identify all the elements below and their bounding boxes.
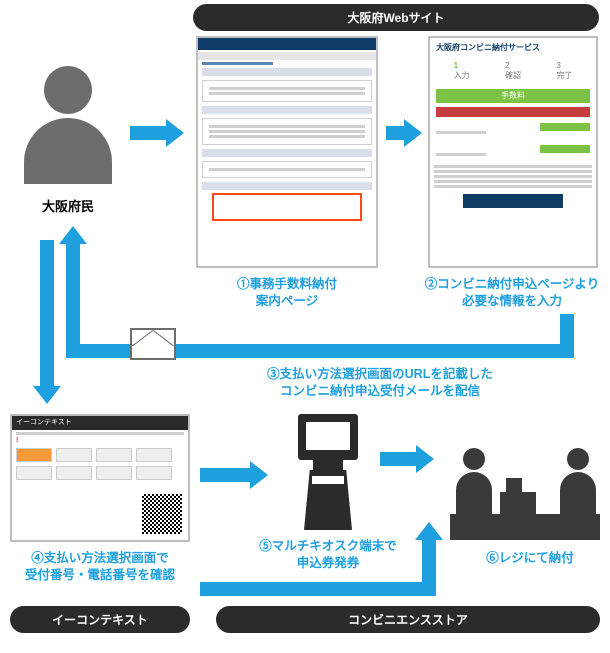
caption-guide: ①事務手数料納付 案内ページ xyxy=(196,276,378,310)
econ-header: イーコンテキスト xyxy=(12,416,188,430)
kiosk-icon xyxy=(292,414,364,532)
mail-icon xyxy=(130,328,176,360)
econ-options xyxy=(12,444,188,484)
form-service-title: 大阪府コンビニ納付サービス xyxy=(430,38,596,57)
caption-register: ⑥レジにて納付 xyxy=(460,550,600,567)
flow-diagram: 大阪府Webサイト 大阪府民 ①事務手数料納付 案内ページ 大阪府コンビニ納付サ… xyxy=(0,0,610,653)
econ-qr xyxy=(142,494,182,534)
footer-cvs: コンビニエンスストア xyxy=(216,606,600,633)
arrow-guide-to-form xyxy=(386,126,408,140)
register-icon xyxy=(450,420,600,540)
flowline-alt-a xyxy=(200,582,436,596)
guide-highlight-box xyxy=(212,193,362,221)
screenshot-form-page: 大阪府コンビニ納付サービス 1入力 2確認 3完了 手数料 xyxy=(428,36,598,268)
citizen-label: 大阪府民 xyxy=(18,196,118,215)
econ-alert: ! xyxy=(12,437,188,444)
arrow-citizen-down xyxy=(40,240,54,390)
form-submit-button xyxy=(463,194,563,208)
arrow-mail-to-citizen xyxy=(66,240,80,344)
caption-mail: ③支払い方法選択画面のURLを記載した コンビニ納付申込受付メールを配信 xyxy=(200,366,560,400)
caption-kiosk: ⑤マルチキオスク端末で 申込券発券 xyxy=(248,538,408,572)
arrow-alt-up xyxy=(422,536,436,582)
header-osaka-website: 大阪府Webサイト xyxy=(193,4,599,31)
footer-econtext: イーコンテキスト xyxy=(10,606,190,633)
caption-econ: ④支払い方法選択画面で 受付番号・電話番号を確認 xyxy=(0,550,200,584)
citizen-icon xyxy=(18,66,118,186)
form-section-bar: 手数料 xyxy=(436,89,590,103)
screenshot-econtext: イーコンテキスト ! xyxy=(10,414,190,542)
caption-form: ②コンビニ納付申込ページより 必要な情報を入力 xyxy=(414,276,610,310)
flowline-3a xyxy=(560,314,574,344)
form-steps: 1入力 2確認 3完了 xyxy=(430,57,596,85)
arrow-kiosk-to-register xyxy=(380,452,420,466)
form-notice-strip xyxy=(436,107,590,117)
arrow-econ-to-kiosk xyxy=(200,468,254,482)
arrow-citizen-to-guide xyxy=(130,126,170,140)
screenshot-guide-page xyxy=(196,36,378,268)
